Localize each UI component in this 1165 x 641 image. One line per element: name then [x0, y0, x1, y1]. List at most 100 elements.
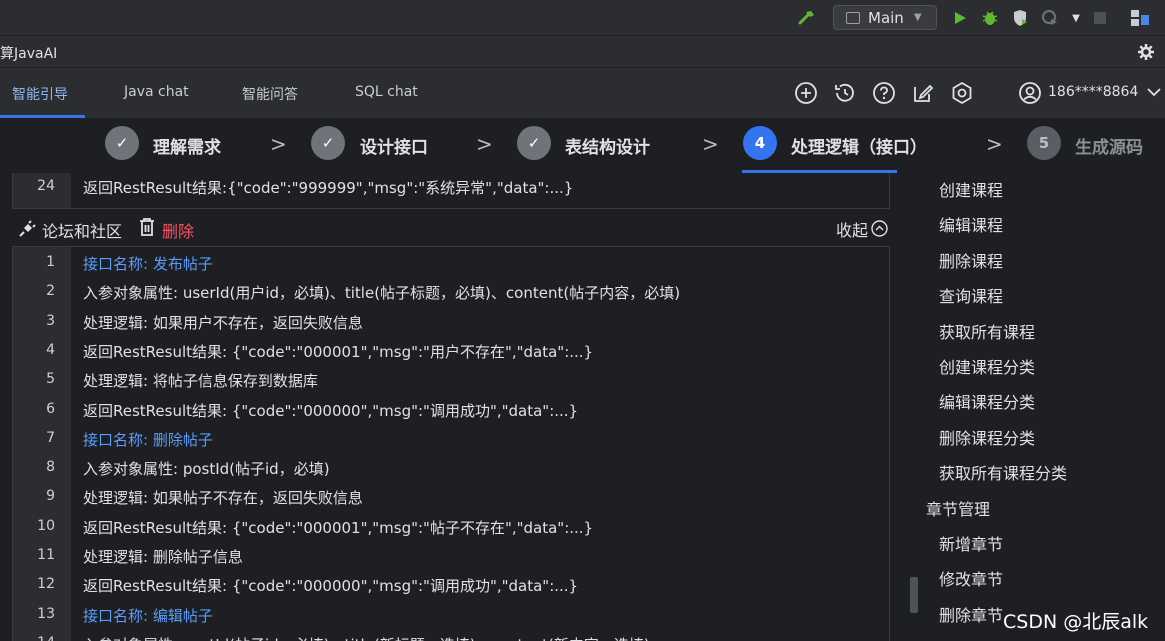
code-line: 4 返回RestResult结果: {"code":"000001","msg":…	[13, 337, 889, 366]
project-structure-icon[interactable]	[1130, 8, 1150, 28]
chevron-right-icon: >	[986, 132, 1003, 156]
line-text[interactable]: 返回RestResult结果: {"code":"000001","msg":"…	[83, 341, 593, 362]
step-3-check-icon: ✓	[517, 126, 551, 160]
plugin-title: 算JavaAI	[0, 46, 58, 62]
code-line: 3 处理逻辑: 如果用户不存在，返回失败信息	[13, 308, 889, 337]
tree-item[interactable]: 获取所有课程	[939, 319, 1035, 343]
line-text[interactable]: 返回RestResult结果: {"code":"000001","msg":"…	[83, 517, 593, 538]
module-title: 论坛和社区	[42, 222, 123, 241]
tabs-bar: 智能引导 Java chat 智能问答 SQL chat 186****8864	[0, 68, 1165, 118]
tree-item[interactable]: 编辑课程	[939, 212, 1003, 236]
tab-smart-qa[interactable]: 智能问答	[242, 84, 298, 104]
edit-icon[interactable]	[911, 81, 935, 105]
debug-bug-icon[interactable]	[980, 8, 1000, 28]
add-circle-icon[interactable]	[794, 81, 818, 105]
line-text[interactable]: 处理逻辑: 如果帖子不存在，返回失败信息	[83, 487, 363, 508]
line-number: 9	[46, 488, 55, 505]
line-number: 12	[37, 576, 55, 593]
interface-tree-panel: 创建课程编辑课程删除课程查询课程获取所有课程 创建课程分类 编辑课程分类 删除课程分类…	[900, 173, 1165, 641]
step-2-check-icon: ✓	[311, 126, 345, 160]
module-header: 论坛和社区 删除 收起	[12, 213, 890, 243]
more-dropdown-icon[interactable]: ▼	[1066, 8, 1086, 28]
line-text[interactable]: 入参对象属性: postId(帖子id，必填)	[83, 458, 330, 479]
chevron-up-circle-icon[interactable]	[871, 220, 888, 241]
line-number: 8	[46, 459, 55, 476]
step-4-number: 4	[743, 126, 777, 160]
code-line: 10 返回RestResult结果: {"code":"000001","msg"…	[13, 513, 889, 542]
tree-item[interactable]: 编辑课程分类	[939, 389, 1035, 413]
settings-icon[interactable]	[950, 81, 974, 105]
code-line: 2 入参对象属性: userId(用户id，必填)、title(帖子标题，必填)、…	[13, 278, 889, 307]
step-1-check-icon: ✓	[105, 126, 139, 160]
line-text[interactable]: 处理逻辑: 如果用户不存在，返回失败信息	[83, 312, 363, 333]
user-avatar-icon[interactable]	[1018, 81, 1042, 105]
help-icon[interactable]	[872, 81, 896, 105]
tree-group[interactable]: 章节管理	[926, 496, 990, 520]
tree-item[interactable]: 创建课程	[939, 177, 1003, 201]
scrollbar-thumb[interactable]	[910, 577, 918, 613]
tree-item[interactable]: 删除章节	[939, 602, 1003, 626]
step-3-label[interactable]: 表结构设计	[565, 133, 650, 158]
ide-toolbar: Main ▼ ▼	[0, 0, 1165, 36]
code-line: 24 返回RestResult结果:{"code":"999999","msg"…	[13, 173, 889, 202]
run-icon[interactable]	[950, 8, 970, 28]
interface-name-line[interactable]: 接口名称: 编辑帖子	[83, 605, 213, 626]
gear-icon[interactable]	[1136, 42, 1156, 62]
prev-code-block: 24 返回RestResult结果:{"code":"999999","msg"…	[12, 173, 890, 209]
module-code-block: 1 接口名称: 发布帖子 2 入参对象属性: userId(用户id，必填)、titl…	[12, 246, 890, 641]
line-text[interactable]: 返回RestResult结果: {"code":"000000","msg":"…	[83, 400, 578, 421]
plug-icon	[18, 220, 36, 242]
code-line: 5 处理逻辑: 将帖子信息保存到数据库	[13, 366, 889, 395]
stop-icon[interactable]	[1090, 8, 1110, 28]
line-text[interactable]: 返回RestResult结果:{"code":"999999","msg":"系…	[83, 177, 573, 198]
line-number: 3	[46, 312, 55, 329]
line-text[interactable]: 入参对象属性: postId(帖子id，必填)、title(新标题，选填)、co…	[83, 634, 650, 641]
step-4-label[interactable]: 处理逻辑（接口）	[791, 133, 927, 158]
tree-item[interactable]: 修改章节	[939, 566, 1003, 590]
line-text[interactable]: 入参对象属性: userId(用户id，必填)、title(帖子标题，必填)、c…	[83, 282, 680, 303]
chevron-right-icon: >	[476, 132, 493, 156]
tree-item[interactable]: 获取所有课程分类	[939, 460, 1067, 484]
code-line: 6 返回RestResult结果: {"code":"000000","msg":…	[13, 396, 889, 425]
delete-button[interactable]: 删除	[162, 218, 194, 242]
tree-item[interactable]: 查询课程	[939, 283, 1003, 307]
line-number: 14	[13, 635, 63, 641]
tree-item[interactable]: 新增章节	[939, 531, 1003, 555]
user-phone[interactable]: 186****8864	[1048, 84, 1138, 100]
watermark: CSDN @北辰alk	[1003, 611, 1149, 633]
chevron-right-icon: >	[702, 132, 719, 156]
line-text[interactable]: 返回RestResult结果: {"code":"000000","msg":"…	[83, 575, 578, 596]
tree-item[interactable]: 查询章节	[939, 637, 1003, 641]
plugin-title-bar: 算JavaAI	[0, 36, 1165, 68]
interface-name-line[interactable]: 接口名称: 发布帖子	[83, 253, 213, 274]
chevron-down-icon[interactable]	[1146, 84, 1165, 108]
coverage-shield-icon[interactable]	[1010, 8, 1030, 28]
trash-icon[interactable]	[138, 217, 156, 241]
tab-sql-chat[interactable]: SQL chat	[355, 84, 418, 100]
line-text[interactable]: 处理逻辑: 将帖子信息保存到数据库	[83, 370, 318, 391]
tab-smart-guide[interactable]: 智能引导	[12, 84, 68, 104]
run-config-select[interactable]: Main ▼	[833, 5, 937, 30]
step-2-label[interactable]: 设计接口	[360, 133, 428, 158]
window-icon	[846, 11, 860, 24]
code-line: 12 返回RestResult结果: {"code":"000000","msg"…	[13, 571, 889, 600]
line-number: 6	[46, 400, 55, 417]
chevron-down-icon: ▼	[913, 12, 922, 23]
build-hammer-icon[interactable]	[797, 8, 817, 28]
code-line: 8 入参对象属性: postId(帖子id，必填)	[13, 454, 889, 483]
tree-item[interactable]: 创建课程分类	[939, 354, 1035, 378]
code-line: 14 入参对象属性: postId(帖子id，必填)、title(新标题，选填)、…	[13, 630, 889, 641]
tree-item[interactable]: 删除课程分类	[939, 425, 1035, 449]
tab-java-chat[interactable]: Java chat	[124, 84, 189, 100]
line-text[interactable]: 处理逻辑: 删除帖子信息	[83, 546, 243, 567]
collapse-button[interactable]: 收起	[836, 217, 868, 241]
step-1-label[interactable]: 理解需求	[153, 133, 221, 158]
line-number: 4	[46, 341, 55, 358]
history-icon[interactable]	[833, 81, 857, 105]
step-5-label[interactable]: 生成源码	[1075, 133, 1143, 158]
line-number: 7	[46, 429, 55, 446]
tree-item[interactable]: 删除课程	[939, 248, 1003, 272]
line-number: 13	[37, 605, 55, 622]
interface-name-line[interactable]: 接口名称: 删除帖子	[83, 429, 213, 450]
profile-icon[interactable]	[1040, 8, 1060, 28]
